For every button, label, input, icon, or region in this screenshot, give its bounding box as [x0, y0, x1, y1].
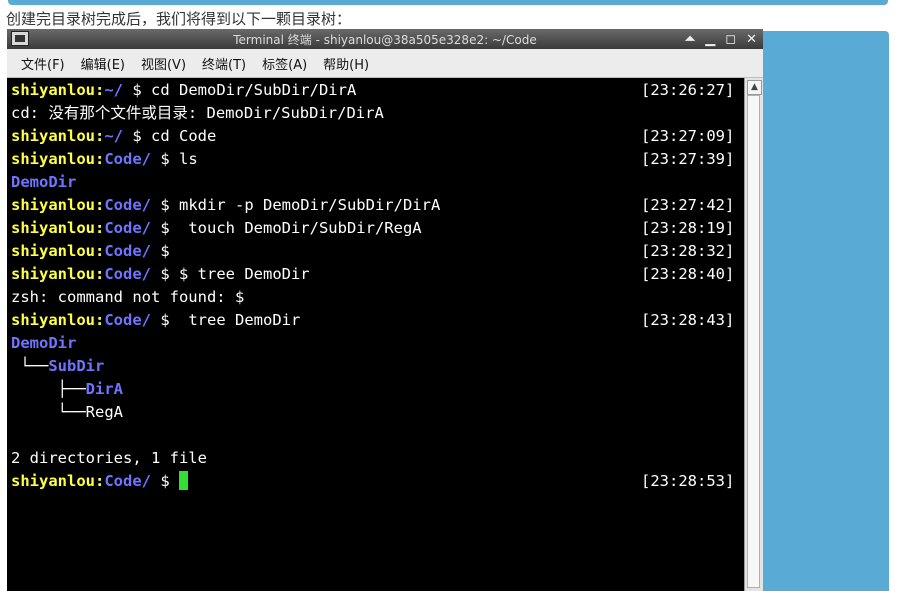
command-text: $ tree DemoDir [151, 311, 301, 329]
terminal-line: shiyanlou:Code/ $ tree DemoDir [11, 309, 300, 332]
command-text: $ touch DemoDir/SubDir/RegA [151, 219, 422, 237]
prompt-user: shiyanlou: [11, 196, 105, 214]
vertical-scrollbar[interactable]: ▲ [744, 78, 763, 591]
output-text: 2 directories, 1 file [11, 449, 207, 467]
text-cursor [179, 471, 188, 490]
window-controls: ⏶ ▁ ◻ ✕ [685, 29, 757, 49]
terminal-line: ├──DirA [11, 378, 123, 401]
prompt-path: ~/ [104, 81, 123, 99]
terminal-line: 2 directories, 1 file [11, 447, 207, 470]
page-caption: 创建完目录树完成后，我们将得到以下一颗目录树： [6, 10, 352, 28]
timestamp: [23:27:42] [641, 196, 735, 214]
terminal-line: └──RegA [11, 401, 123, 424]
terminal-line: shiyanlou:Code/ $ [11, 240, 170, 263]
prompt-user: shiyanlou: [11, 311, 105, 329]
scrollbar-thumb[interactable] [747, 95, 760, 588]
menu-tabs[interactable]: 标签(A) [262, 54, 307, 73]
directory-name: DemoDir [11, 334, 77, 352]
top-accent-strip [8, 0, 888, 5]
terminal-line: └──SubDir [11, 355, 104, 378]
directory-name: DemoDir [11, 173, 77, 191]
prompt-path: Code/ [104, 265, 151, 283]
scroll-up-arrow-icon[interactable]: ▲ [747, 80, 762, 95]
prompt-user: shiyanlou: [11, 150, 105, 168]
shade-button[interactable]: ⏶ [685, 32, 695, 47]
terminal-line: zsh: command not found: $ [11, 286, 244, 309]
window-title: Terminal 终端 - shiyanlou@38a505e328e2: ~/… [233, 33, 537, 47]
menu-view[interactable]: 视图(V) [141, 54, 186, 73]
command-text: $ ls [151, 150, 198, 168]
right-side-panel [762, 31, 889, 591]
tree-branch: └── [11, 403, 86, 421]
terminal-line: shiyanlou:Code/ $ $ tree DemoDir [11, 263, 310, 286]
menu-help[interactable]: 帮助(H) [323, 54, 369, 73]
timestamp: [23:28:53] [641, 472, 735, 490]
terminal-line: shiyanlou:~/ $ cd DemoDir/SubDir/DirA [11, 79, 356, 102]
command-text: $ [151, 472, 179, 490]
output-text: cd: 没有那个文件或目录: DemoDir/SubDir/DirA [11, 104, 384, 122]
terminal-window: Terminal 终端 - shiyanlou@38a505e328e2: ~/… [7, 29, 763, 591]
menu-file[interactable]: 文件(F) [21, 54, 65, 73]
directory-name: DirA [85, 380, 123, 398]
command-text: $ cd Code [123, 127, 217, 145]
tree-branch: ├── [11, 380, 86, 398]
terminal-line: shiyanlou:~/ $ cd Code [11, 125, 216, 148]
timestamp: [23:28:43] [641, 311, 735, 329]
prompt-user: shiyanlou: [11, 219, 105, 237]
timestamp: [23:27:09] [641, 127, 735, 145]
output-text: zsh: command not found: $ [11, 288, 245, 306]
maximize-button[interactable]: ◻ [725, 32, 736, 47]
directory-name: SubDir [48, 357, 105, 375]
command-text: $ mkdir -p DemoDir/SubDir/DirA [151, 196, 441, 214]
timestamp: [23:26:27] [641, 81, 735, 99]
terminal-line: shiyanlou:Code/ $ mkdir -p DemoDir/SubDi… [11, 194, 440, 217]
terminal-line: shiyanlou:Code/ $ [11, 470, 188, 493]
close-button[interactable]: ✕ [746, 32, 757, 47]
timestamp: [23:28:40] [641, 265, 735, 283]
terminal-line: cd: 没有那个文件或目录: DemoDir/SubDir/DirA [11, 102, 384, 125]
timestamp: [23:27:39] [641, 150, 735, 168]
prompt-path: Code/ [104, 219, 151, 237]
prompt-path: Code/ [104, 150, 151, 168]
terminal-line: shiyanlou:Code/ $ touch DemoDir/SubDir/R… [11, 217, 422, 240]
output-text: RegA [85, 403, 123, 421]
command-text: $ cd DemoDir/SubDir/DirA [123, 81, 357, 99]
terminal-line: DemoDir [11, 171, 76, 194]
menu-edit[interactable]: 编辑(E) [81, 54, 125, 73]
command-text: $ [151, 242, 170, 260]
minimize-button[interactable]: ▁ [705, 32, 715, 47]
command-text: $ $ tree DemoDir [151, 265, 310, 283]
terminal-line: shiyanlou:Code/ $ ls [11, 148, 198, 171]
terminal-line: DemoDir [11, 332, 76, 355]
timestamp: [23:28:19] [641, 219, 735, 237]
prompt-path: Code/ [104, 242, 151, 260]
prompt-path: ~/ [104, 127, 123, 145]
menu-terminal[interactable]: 终端(T) [202, 54, 246, 73]
prompt-path: Code/ [104, 196, 151, 214]
prompt-path: Code/ [104, 472, 151, 490]
tree-branch: └── [11, 357, 49, 375]
prompt-user: shiyanlou: [11, 472, 105, 490]
window-titlebar[interactable]: Terminal 终端 - shiyanlou@38a505e328e2: ~/… [7, 29, 763, 49]
prompt-path: Code/ [104, 311, 151, 329]
menu-bar: 文件(F) 编辑(E) 视图(V) 终端(T) 标签(A) 帮助(H) [7, 49, 763, 78]
timestamp: [23:28:32] [641, 242, 735, 260]
prompt-user: shiyanlou: [11, 127, 105, 145]
prompt-user: shiyanlou: [11, 242, 105, 260]
prompt-user: shiyanlou: [11, 265, 105, 283]
terminal-output[interactable]: shiyanlou:~/ $ cd DemoDir/SubDir/DirA [23… [7, 78, 744, 591]
prompt-user: shiyanlou: [11, 81, 105, 99]
